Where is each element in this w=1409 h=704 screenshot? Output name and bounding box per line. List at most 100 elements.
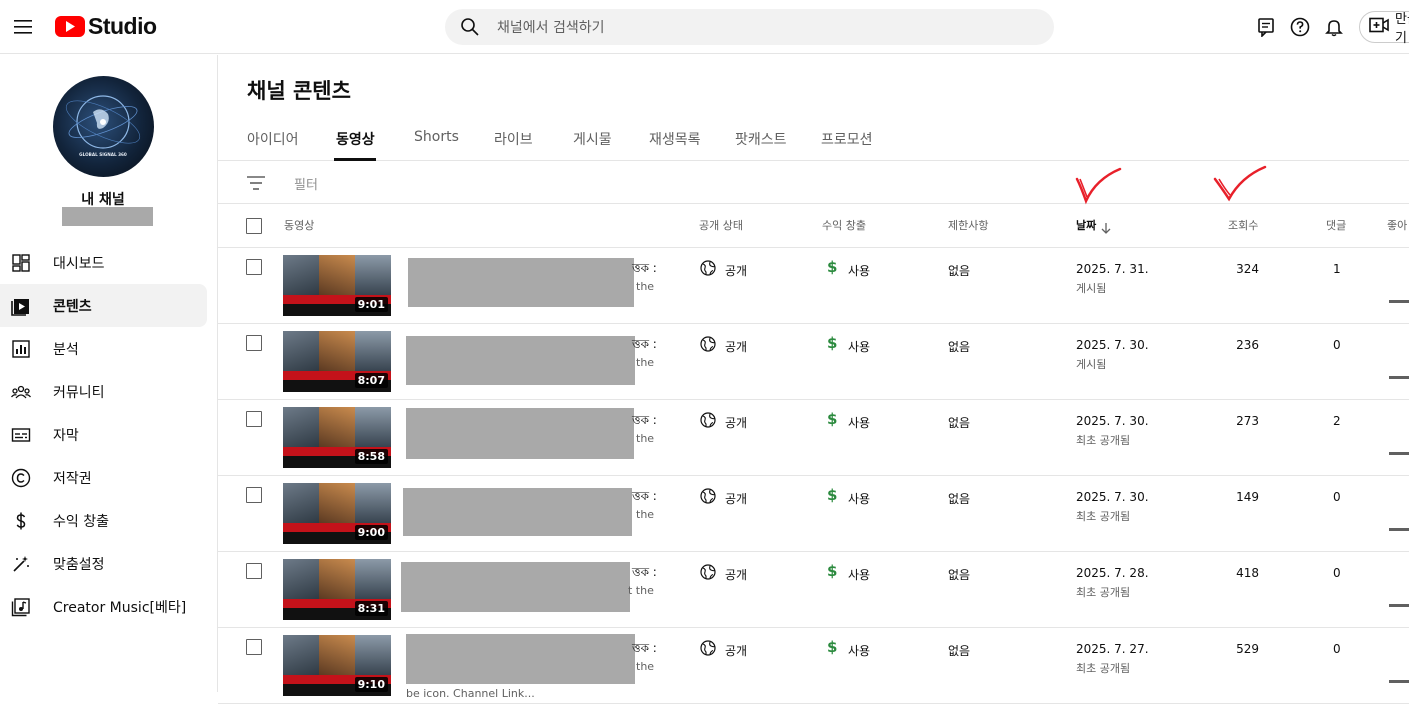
select-all-checkbox[interactable] bbox=[246, 218, 262, 234]
sidebar-item-dashboard[interactable]: 대시보드 bbox=[0, 241, 207, 284]
restriction-value: 없음 bbox=[948, 644, 971, 658]
create-button[interactable]: 만들기 bbox=[1359, 11, 1409, 46]
likes-ratio-bar bbox=[1389, 452, 1409, 455]
views-value: 273 bbox=[1236, 414, 1259, 428]
video-description-fragment: the bbox=[636, 356, 655, 369]
tab-promotions[interactable]: 프로모션 bbox=[821, 129, 873, 149]
tab-ideas[interactable]: 아이디어 bbox=[247, 129, 299, 149]
filter-icon[interactable] bbox=[245, 172, 267, 194]
header-views[interactable]: 조회수 bbox=[1228, 217, 1258, 233]
sidebar-item-monetization[interactable]: 수익 창출 bbox=[0, 499, 207, 542]
visibility-value[interactable]: 공개 bbox=[725, 262, 747, 279]
video-description-fragment: the bbox=[636, 280, 655, 293]
video-title-redacted[interactable] bbox=[406, 336, 635, 385]
visibility-value[interactable]: 공개 bbox=[725, 490, 747, 507]
header-date[interactable]: 날짜 bbox=[1076, 217, 1096, 233]
header-visibility[interactable]: 공개 상태 bbox=[699, 217, 743, 233]
globe-icon bbox=[700, 412, 716, 428]
sidebar-item-label: 맞춤설정 bbox=[53, 556, 105, 573]
analytics-icon bbox=[10, 338, 32, 360]
channel-avatar[interactable]: GLOBAL SIGNAL 360 bbox=[53, 76, 154, 177]
table-row[interactable]: 8:07 ত্তক : the 공개 $ 사용 없음 2025. 7. 30. 게시됨 236 0 bbox=[218, 324, 1409, 400]
video-title-redacted[interactable] bbox=[403, 488, 632, 536]
dollar-icon: $ bbox=[827, 258, 838, 276]
row-checkbox[interactable] bbox=[246, 411, 262, 427]
video-title-redacted[interactable] bbox=[408, 258, 634, 307]
filter-input[interactable]: 필터 bbox=[294, 174, 318, 193]
monetization-value[interactable]: 사용 bbox=[848, 262, 870, 279]
search-bar[interactable]: 채널에서 검색하기 bbox=[445, 9, 1054, 45]
monetization-value[interactable]: 사용 bbox=[848, 566, 870, 583]
tab-shorts[interactable]: Shorts bbox=[414, 129, 459, 145]
sidebar-item-content[interactable]: 콘텐츠 bbox=[0, 284, 207, 327]
row-checkbox[interactable] bbox=[246, 639, 262, 655]
table-row[interactable]: 9:00 ত্তক : the 공개 $ 사용 없음 2025. 7. 30. 최초 공개됨 14… bbox=[218, 476, 1409, 552]
video-thumbnail[interactable]: 9:00 bbox=[283, 483, 391, 544]
tab-podcasts[interactable]: 팟캐스트 bbox=[735, 129, 787, 149]
help-icon[interactable] bbox=[1287, 14, 1313, 40]
table-row[interactable]: 8:58 ত্তক : the 공개 $ 사용 없음 2025. 7. 30. 최초 공개됨 27… bbox=[218, 400, 1409, 476]
main-content: 채널 콘텐츠 아이디어 동영상 Shorts 라이브 게시물 재생목록 팟캐스트… bbox=[218, 55, 1409, 704]
video-thumbnail[interactable]: 9:01 bbox=[283, 255, 391, 316]
views-value: 529 bbox=[1236, 642, 1259, 656]
video-title-redacted[interactable] bbox=[406, 408, 634, 459]
sidebar-item-label: Creator Music[베타] bbox=[53, 599, 187, 616]
header-monetization[interactable]: 수익 창출 bbox=[822, 217, 866, 233]
video-title-redacted[interactable] bbox=[401, 562, 630, 612]
sidebar-item-creator-music[interactable]: Creator Music[베타] bbox=[0, 585, 207, 628]
header-likes[interactable]: 좋아 bbox=[1387, 217, 1407, 233]
table-row[interactable]: 9:10 ত্তক : the be icon. Channel Link... 공개 $… bbox=[218, 628, 1409, 704]
sidebar-item-label: 분석 bbox=[53, 341, 79, 358]
dashboard-icon bbox=[10, 252, 32, 274]
visibility-value[interactable]: 공개 bbox=[725, 338, 747, 355]
monetization-value[interactable]: 사용 bbox=[848, 642, 870, 659]
hamburger-menu-icon[interactable] bbox=[8, 12, 38, 42]
header-comments[interactable]: 댓글 bbox=[1326, 217, 1346, 233]
create-label: 만들기 bbox=[1395, 12, 1409, 46]
table-row[interactable]: 9:01 ত্তক : the 공개 $ 사용 없음 2025. 7. 31. 게시됨 324 1 bbox=[218, 248, 1409, 324]
sort-down-arrow-icon[interactable] bbox=[1100, 219, 1112, 238]
row-checkbox[interactable] bbox=[246, 487, 262, 503]
video-thumbnail[interactable]: 8:07 bbox=[283, 331, 391, 392]
row-checkbox[interactable] bbox=[246, 563, 262, 579]
globe-icon bbox=[700, 564, 716, 580]
annotation-check-icon bbox=[1213, 165, 1267, 202]
monetization-value[interactable]: 사용 bbox=[848, 414, 870, 431]
row-checkbox[interactable] bbox=[246, 335, 262, 351]
sidebar-item-analytics[interactable]: 분석 bbox=[0, 327, 207, 370]
tab-playlists[interactable]: 재생목록 bbox=[649, 129, 701, 149]
globe-icon bbox=[700, 640, 716, 656]
notifications-bell-icon[interactable] bbox=[1321, 14, 1347, 40]
row-checkbox[interactable] bbox=[246, 259, 262, 275]
header-restrictions[interactable]: 제한사항 bbox=[948, 217, 988, 233]
dollar-icon: $ bbox=[827, 334, 838, 352]
studio-logo[interactable]: Studio bbox=[55, 13, 157, 40]
video-thumbnail[interactable]: 9:10 bbox=[283, 635, 391, 696]
likes-ratio-bar bbox=[1389, 680, 1409, 683]
tab-videos[interactable]: 동영상 bbox=[336, 129, 375, 149]
sidebar-item-customization[interactable]: 맞춤설정 bbox=[0, 542, 207, 585]
views-value: 236 bbox=[1236, 338, 1259, 352]
search-input[interactable]: 채널에서 검색하기 bbox=[497, 17, 605, 37]
visibility-value[interactable]: 공개 bbox=[725, 566, 747, 583]
feedback-icon[interactable] bbox=[1253, 14, 1279, 40]
tab-posts[interactable]: 게시물 bbox=[573, 129, 612, 149]
visibility-value[interactable]: 공개 bbox=[725, 642, 747, 659]
monetization-value[interactable]: 사용 bbox=[848, 338, 870, 355]
views-value: 324 bbox=[1236, 262, 1259, 276]
sidebar-item-label: 자막 bbox=[53, 427, 79, 444]
visibility-value[interactable]: 공개 bbox=[725, 414, 747, 431]
sidebar-item-copyright[interactable]: 저작권 bbox=[0, 456, 207, 499]
monetization-value[interactable]: 사용 bbox=[848, 490, 870, 507]
sidebar-item-subtitles[interactable]: 자막 bbox=[0, 413, 207, 456]
sidebar-item-community[interactable]: 커뮤니티 bbox=[0, 370, 207, 413]
date-status: 최초 공개됨 bbox=[1076, 510, 1131, 523]
video-title-redacted[interactable] bbox=[406, 634, 635, 684]
video-duration: 9:10 bbox=[354, 677, 388, 692]
table-row[interactable]: 8:31 ত্তক : t the 공개 $ 사용 없음 2025. 7. 28. 최초 공개됨… bbox=[218, 552, 1409, 628]
video-description-fragment: the bbox=[636, 660, 655, 673]
views-value: 149 bbox=[1236, 490, 1259, 504]
tab-live[interactable]: 라이브 bbox=[494, 129, 533, 149]
video-thumbnail[interactable]: 8:58 bbox=[283, 407, 391, 468]
video-thumbnail[interactable]: 8:31 bbox=[283, 559, 391, 620]
